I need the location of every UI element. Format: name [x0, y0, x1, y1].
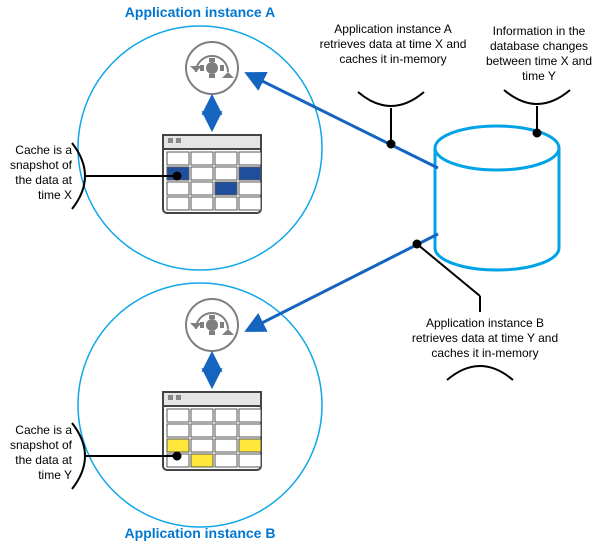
- cache-cell: [215, 197, 237, 210]
- cache-cell: [191, 152, 213, 165]
- process-icon-b: [186, 299, 238, 351]
- cache-cell: [239, 454, 261, 467]
- cache-cell: [215, 424, 237, 437]
- cache-cell: [239, 152, 261, 165]
- cache-cell: [191, 439, 213, 452]
- callout-retrieve-a: [358, 92, 424, 148]
- cache-cell: [191, 454, 213, 467]
- diagram-root: Application instance A Application insta…: [0, 0, 606, 548]
- cache-cell: [215, 182, 237, 195]
- cache-cell: [215, 152, 237, 165]
- cache-cell: [191, 167, 213, 180]
- cache-cell: [167, 409, 189, 422]
- cache-cell: [167, 152, 189, 165]
- cache-cell: [239, 439, 261, 452]
- cache-cell: [167, 439, 189, 452]
- cache-cell: [167, 424, 189, 437]
- cache-cell: [239, 197, 261, 210]
- retrieve-arrow-b: [248, 234, 438, 330]
- sql-database-icon: [435, 126, 559, 270]
- cache-cell: [239, 424, 261, 437]
- cache-cell: [191, 197, 213, 210]
- cache-cell: [215, 439, 237, 452]
- cache-cell: [167, 182, 189, 195]
- cache-cell: [215, 409, 237, 422]
- cache-cell: [191, 409, 213, 422]
- process-icon-a: [186, 42, 238, 94]
- cache-cell: [239, 409, 261, 422]
- cache-cell: [239, 182, 261, 195]
- cache-cell: [191, 182, 213, 195]
- cache-cell: [215, 454, 237, 467]
- diagram-svg: [0, 0, 606, 548]
- cache-cell: [215, 167, 237, 180]
- retrieve-arrow-a: [248, 74, 438, 168]
- cache-cell: [167, 197, 189, 210]
- cache-cell: [191, 424, 213, 437]
- cache-cell: [239, 167, 261, 180]
